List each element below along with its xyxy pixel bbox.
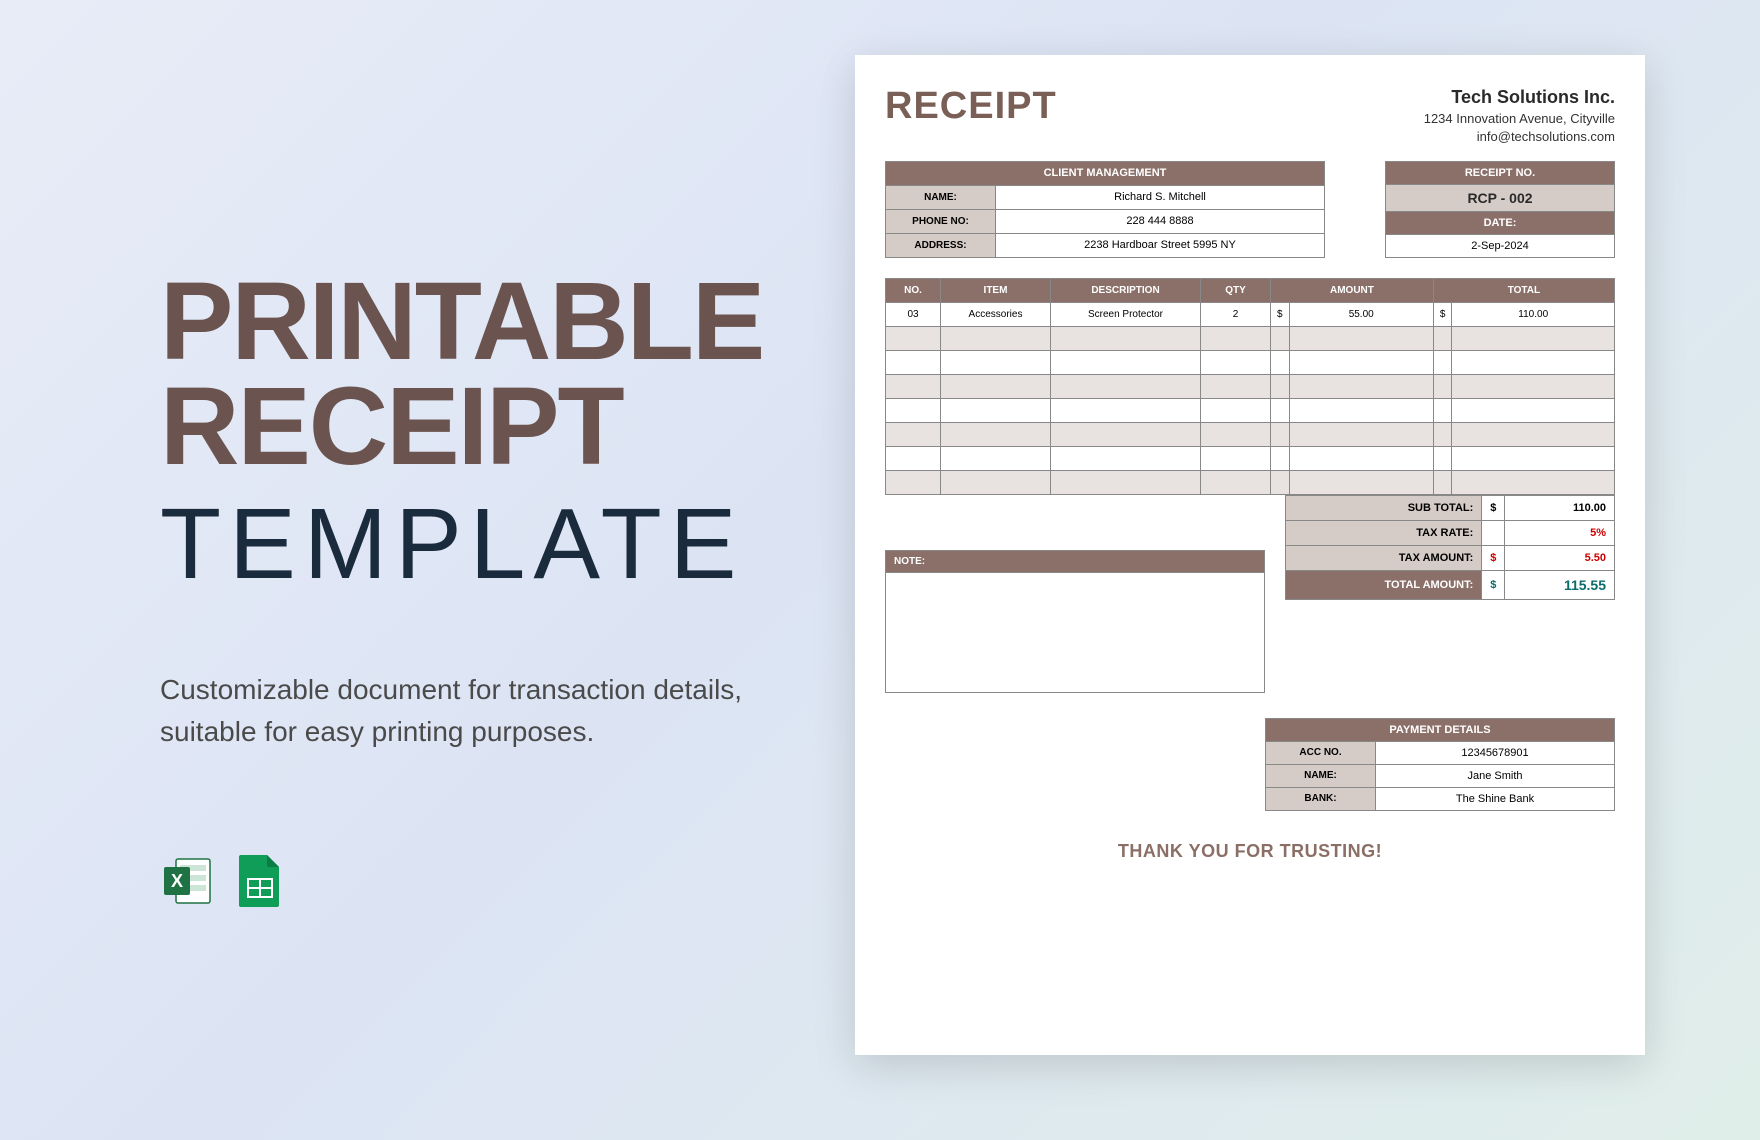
table-row xyxy=(886,398,1615,422)
client-name-label: NAME: xyxy=(886,185,996,209)
taxrate-value: 5% xyxy=(1505,520,1615,545)
table-row xyxy=(886,350,1615,374)
totals-block: SUB TOTAL: $ 110.00 TAX RATE: 5% TAX AMO… xyxy=(1285,495,1615,693)
company-email: info@techsolutions.com xyxy=(1424,128,1615,146)
table-row: 03AccessoriesScreen Protector2$55.00$110… xyxy=(886,302,1615,326)
payment-acc: 12345678901 xyxy=(1376,741,1615,764)
company-address: 1234 Innovation Avenue, Cityville xyxy=(1424,110,1615,128)
col-amount: AMOUNT xyxy=(1271,278,1434,302)
subtitle: Customizable document for transaction de… xyxy=(160,669,800,753)
total-value: 115.55 xyxy=(1505,570,1615,599)
title-line-3: TEMPLATE xyxy=(160,489,800,599)
taxrate-label: TAX RATE: xyxy=(1286,520,1482,545)
col-desc: DESCRIPTION xyxy=(1051,278,1201,302)
items-table: NO. ITEM DESCRIPTION QTY AMOUNT TOTAL 03… xyxy=(885,278,1615,495)
client-address-label: ADDRESS: xyxy=(886,233,996,257)
table-row xyxy=(886,374,1615,398)
meta-table: RECEIPT NO. RCP - 002 DATE: 2-Sep-2024 xyxy=(1385,161,1615,258)
client-name: Richard S. Mitchell xyxy=(996,185,1325,209)
table-row xyxy=(886,446,1615,470)
col-qty: QTY xyxy=(1201,278,1271,302)
total-sym: $ xyxy=(1482,570,1505,599)
receipt-document: RECEIPT Tech Solutions Inc. 1234 Innovat… xyxy=(855,55,1645,1055)
payment-bank: The Shine Bank xyxy=(1376,787,1615,810)
receipt-heading: RECEIPT xyxy=(885,85,1057,128)
table-row xyxy=(886,326,1615,350)
note-box: NOTE: xyxy=(885,550,1265,693)
taxamount-value: 5.50 xyxy=(1505,545,1615,570)
payment-header: PAYMENT DETAILS xyxy=(1266,718,1615,741)
subtotal-sym: $ xyxy=(1482,495,1505,520)
date-header: DATE: xyxy=(1386,211,1615,234)
client-phone-label: PHONE NO: xyxy=(886,209,996,233)
google-sheets-icon xyxy=(232,853,288,909)
svg-text:X: X xyxy=(171,871,183,891)
subtotal-value: 110.00 xyxy=(1505,495,1615,520)
col-total: TOTAL xyxy=(1433,278,1614,302)
col-no: NO. xyxy=(886,278,941,302)
date-value: 2-Sep-2024 xyxy=(1386,234,1615,257)
payment-bank-label: BANK: xyxy=(1266,787,1376,810)
excel-icon: X xyxy=(160,853,216,909)
client-phone: 228 444 8888 xyxy=(996,209,1325,233)
title-line-1: PRINTABLE xyxy=(160,270,800,375)
company-block: Tech Solutions Inc. 1234 Innovation Aven… xyxy=(1424,85,1615,147)
format-icons: X xyxy=(160,853,800,909)
note-body xyxy=(885,573,1265,693)
note-header: NOTE: xyxy=(885,550,1265,573)
payment-table: PAYMENT DETAILS ACC NO. 12345678901 NAME… xyxy=(1265,718,1615,811)
taxamount-sym: $ xyxy=(1482,545,1505,570)
client-header: CLIENT MANAGEMENT xyxy=(886,161,1325,185)
client-table: CLIENT MANAGEMENT NAME: Richard S. Mitch… xyxy=(885,161,1325,258)
payment-acc-label: ACC NO. xyxy=(1266,741,1376,764)
title-line-2: RECEIPT xyxy=(160,375,800,480)
thankyou-text: THANK YOU FOR TRUSTING! xyxy=(885,841,1615,862)
subtotal-label: SUB TOTAL: xyxy=(1286,495,1482,520)
promo-panel: PRINTABLE RECEIPT TEMPLATE Customizable … xyxy=(160,270,800,909)
table-row xyxy=(886,422,1615,446)
receipt-no: RCP - 002 xyxy=(1386,184,1615,211)
taxamount-label: TAX AMOUNT: xyxy=(1286,545,1482,570)
payment-name-label: NAME: xyxy=(1266,764,1376,787)
total-label: TOTAL AMOUNT: xyxy=(1286,570,1482,599)
table-row xyxy=(886,470,1615,494)
col-item: ITEM xyxy=(941,278,1051,302)
client-address: 2238 Hardboar Street 5995 NY xyxy=(996,233,1325,257)
receipt-no-header: RECEIPT NO. xyxy=(1386,161,1615,184)
company-name: Tech Solutions Inc. xyxy=(1424,85,1615,110)
payment-name: Jane Smith xyxy=(1376,764,1615,787)
